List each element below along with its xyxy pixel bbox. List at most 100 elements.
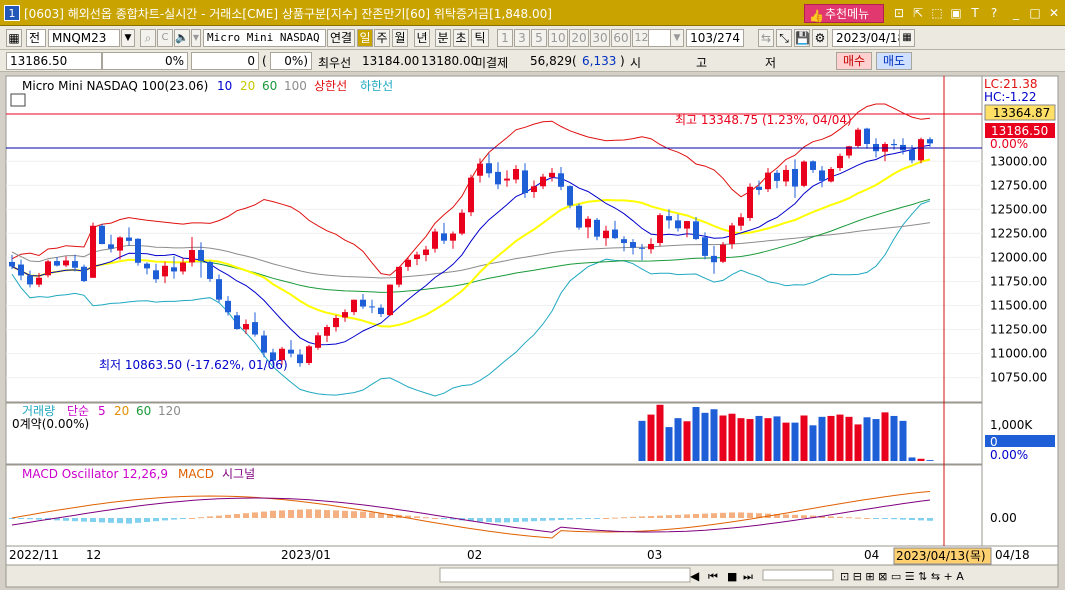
stop-icon[interactable]: ■ <box>727 570 737 583</box>
tab-period-week[interactable]: 주 <box>374 29 390 47</box>
open-label: 시 <box>630 56 642 70</box>
macd-bar <box>261 511 267 518</box>
save-icon[interactable]: 💾 <box>794 29 810 47</box>
macd-bar <box>27 518 33 520</box>
macd-bar <box>90 518 96 522</box>
macd-bar <box>846 517 852 519</box>
screen-link-icon[interactable]: ⊡ <box>891 5 907 21</box>
change-pct-field: 0% <box>102 52 188 70</box>
candle-body <box>666 216 672 221</box>
reset-icon[interactable]: C <box>157 29 173 47</box>
scroll-left-icon[interactable]: ◀ <box>690 569 700 583</box>
macd-bar <box>18 518 24 519</box>
history-scrollbar[interactable] <box>439 567 691 583</box>
speaker-icon[interactable]: 🔈 <box>174 29 190 47</box>
candle-body <box>648 243 654 250</box>
macd-bar <box>603 518 609 519</box>
data-count-field[interactable]: 103/274 <box>686 29 744 47</box>
tab-period-month[interactable]: 월 <box>392 29 408 47</box>
interval-3[interactable]: 3 <box>514 29 530 47</box>
layout-icon[interactable]: ⬚ <box>929 5 945 21</box>
recommend-menu-button[interactable]: 👍 추천메뉴 <box>804 4 884 23</box>
candle-body <box>324 327 330 336</box>
macd-bar <box>864 518 870 519</box>
macd-bar <box>234 514 240 518</box>
zoom-slider[interactable] <box>762 569 834 581</box>
font-icon[interactable]: T <box>967 5 983 21</box>
candle-body <box>801 161 807 186</box>
chevron-down-icon[interactable]: ▼ <box>191 29 201 47</box>
candle-body <box>171 267 177 272</box>
volume-bar <box>863 417 871 461</box>
price-value-text: 13186.50 <box>991 124 1048 138</box>
pct-zero-label: 0.00% <box>990 137 1028 151</box>
toolbar-icon-row[interactable]: ⊡ ⊟ ⊞ ⊠ ▭ ☰ ⇅ ⇆ + A <box>840 570 964 583</box>
volume-contract-label: 0계약(0.00%) <box>12 416 89 431</box>
tab-period-day[interactable]: 일 <box>357 29 373 47</box>
interval-30[interactable]: 30 <box>590 29 610 47</box>
tab-period-tick[interactable]: 틱 <box>471 29 489 47</box>
help-icon[interactable]: ? <box>986 5 1002 21</box>
chevron-down-icon[interactable]: ▼ <box>670 29 684 47</box>
calendar-icon[interactable]: ▦ <box>899 29 915 47</box>
buy-button[interactable]: 매수 <box>836 52 872 70</box>
candle-body <box>405 259 411 267</box>
macd-bar <box>423 517 429 519</box>
search-icon[interactable]: ⌕ <box>140 29 156 47</box>
maximize-icon[interactable]: □ <box>1027 5 1043 21</box>
volume-value-text: 0 <box>990 435 998 449</box>
macd-bar <box>801 515 807 518</box>
candle-body <box>117 237 123 251</box>
next-icon[interactable]: ⏭ <box>743 570 753 583</box>
macd-bar <box>63 518 69 521</box>
volume-y-tick: 1,000K <box>990 418 1033 432</box>
window-title: [0603] 해외선옵 종합차트-실시간 - 거래소[CME] 상품구분[지수]… <box>24 7 552 21</box>
date-field[interactable]: 2023/04/18 <box>832 29 902 47</box>
gear-icon[interactable]: ⚙ <box>812 29 828 47</box>
macd-bar <box>648 516 654 518</box>
interval-10[interactable]: 10 <box>548 29 568 47</box>
prev-icon[interactable]: ⏮ <box>708 570 718 583</box>
candle-body <box>855 129 861 146</box>
tab-period-year[interactable]: 년 <box>414 29 430 47</box>
macd-bar <box>900 518 906 520</box>
candle-body <box>108 244 114 249</box>
candle-body <box>558 173 564 187</box>
close-icon[interactable]: ✕ <box>1046 5 1062 21</box>
mode-selector[interactable]: 전 <box>26 29 46 47</box>
popout-icon[interactable]: ⇱ <box>910 5 926 21</box>
interval-20[interactable]: 20 <box>569 29 589 47</box>
interval-60[interactable]: 60 <box>611 29 631 47</box>
chevron-down-icon[interactable]: ▼ <box>121 29 135 47</box>
volume-legend-ma60: 60 <box>136 404 151 418</box>
capture-icon[interactable]: ▣ <box>948 5 964 21</box>
layout-toggle-icon[interactable]: ▦ <box>6 29 22 47</box>
price-y-tick: 10750.00 <box>990 371 1047 385</box>
time-label-04: 04 <box>864 548 879 562</box>
data-table-icon[interactable] <box>10 93 26 107</box>
link-button[interactable]: 연결 <box>327 29 355 47</box>
macd-bar <box>207 516 213 518</box>
cursor-icon[interactable]: ⤡ <box>776 29 792 47</box>
candle-body <box>684 221 690 229</box>
tab-period-minute[interactable]: 분 <box>435 29 451 47</box>
thumbs-up-icon: 👍 <box>809 9 824 23</box>
macd-bar <box>198 517 204 519</box>
macd-bar <box>306 509 312 518</box>
chart-canvas[interactable]: Micro Mini NASDAQ 100(23.06) 10 20 60 10… <box>0 72 1065 590</box>
volume-bar <box>782 422 790 461</box>
zoom-icon[interactable]: ⇆ <box>758 29 774 47</box>
minimize-icon[interactable]: _ <box>1008 5 1024 21</box>
symbol-input[interactable]: MNQM23 <box>48 29 120 47</box>
volume-bar <box>773 416 781 461</box>
macd-bar <box>252 512 258 518</box>
interval-5[interactable]: 5 <box>531 29 547 47</box>
volume-bar <box>854 424 862 461</box>
macd-bar <box>558 518 564 520</box>
tab-period-second[interactable]: 초 <box>453 29 469 47</box>
time-label-03: 03 <box>647 548 662 562</box>
price-y-tick: 11250.00 <box>990 323 1047 337</box>
macd-bar <box>612 517 618 519</box>
sell-button[interactable]: 매도 <box>876 52 912 70</box>
interval-1[interactable]: 1 <box>497 29 513 47</box>
